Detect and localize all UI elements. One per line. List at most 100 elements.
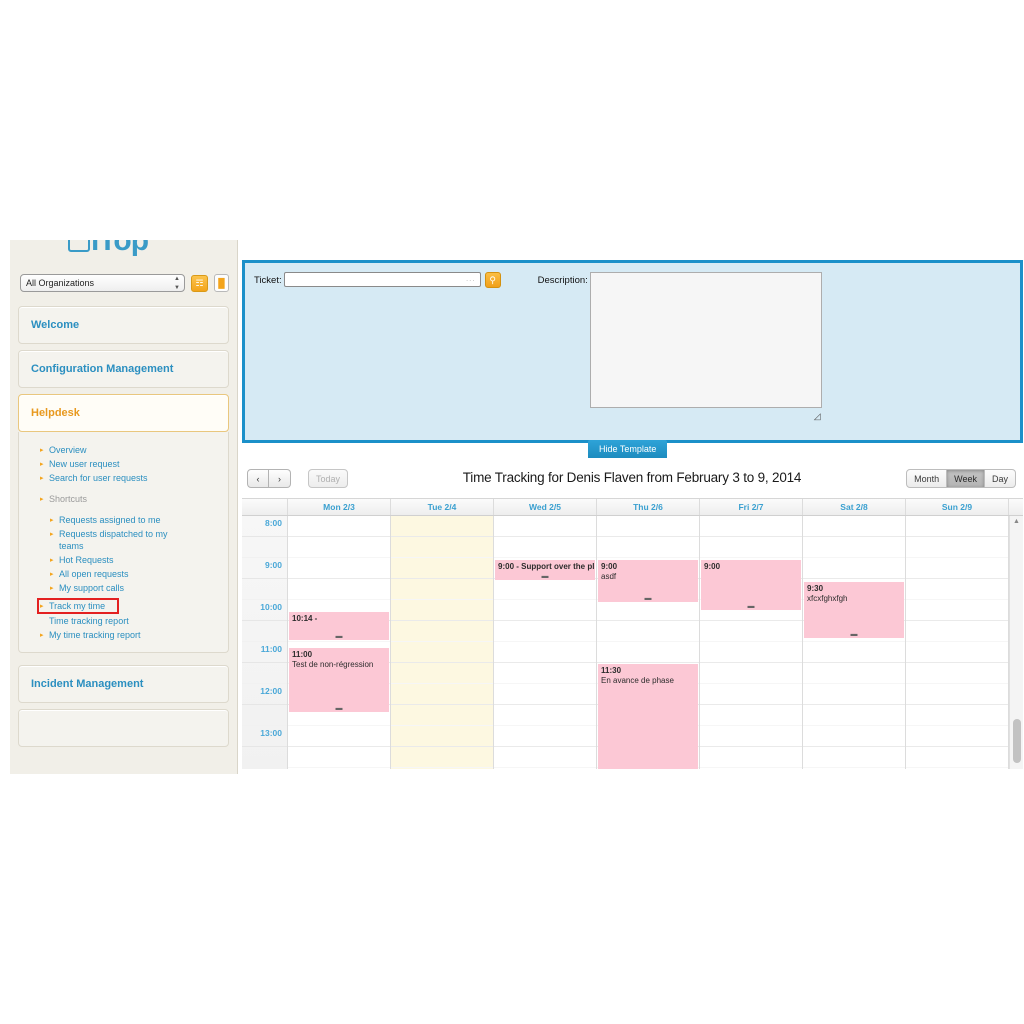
submenu-item-requests-assigned-to-me[interactable]: ▸ Requests assigned to me [19,513,228,527]
submenu-item-overview[interactable]: ▸ Overview [19,443,228,457]
day-column-mon[interactable]: 10:14 - ▬ 11:00 Test de non-régression ▬ [288,516,391,769]
helpdesk-submenu: ▸ Overview ▸ New user request ▸ Search f… [18,432,229,653]
app-logo-text: iTop [68,240,149,258]
app-logo[interactable]: iTop [10,240,237,268]
bullet-arrow-icon: ▸ [50,571,54,578]
submenu-item-track-my-time-wrapper: ▸ Track my time [19,598,228,614]
calendar-vertical-scrollbar[interactable]: ▲ [1009,516,1023,769]
submenu-section-shortcuts-label: Shortcuts [49,494,88,504]
sidebar: iTop All Organizations ▲ ▼ ☶ █ Welcome Co… [10,240,238,774]
submenu-item-my-support-calls[interactable]: ▸ My support calls [19,581,228,595]
event-time: 11:00 [292,650,313,659]
bullet-arrow-icon: ▸ [40,496,44,503]
submenu-item-hot-requests-label: Hot Requests [59,555,114,565]
bullet-arrow-icon: ▸ [40,475,44,482]
organization-select[interactable]: All Organizations ▲ ▼ [20,274,185,292]
event-resize-handle-icon[interactable]: ▬ [804,631,904,638]
time-slot-label: 9:00 [242,558,287,579]
submenu-item-hot-requests[interactable]: ▸ Hot Requests [19,553,228,567]
bullet-arrow-icon: ▸ [40,632,44,639]
resize-grip-icon[interactable]: ◿ [814,411,824,421]
description-textarea[interactable]: ◿ [589,272,822,421]
ticket-label: Ticket: [254,275,282,286]
view-button-month[interactable]: Month [906,469,948,488]
submenu-item-my-time-tracking-report[interactable]: ▸ My time tracking report [19,628,228,642]
main-content: Ticket: ... ⚲ Description: ◿ Hide Templa… [240,258,1024,774]
view-button-day[interactable]: Day [984,469,1016,488]
sidebar-item-configuration-management[interactable]: Configuration Management [18,350,229,388]
sidebar-item-partial-below[interactable] [18,709,229,747]
calendar-event[interactable]: 9:30 xfcxfghxfgh ▬ [804,582,904,638]
event-resize-handle-icon[interactable]: ▬ [701,603,801,610]
submenu-item-requests-dispatched-to-my-teams[interactable]: ▸ Requests dispatched to my teams [19,527,169,553]
chevron-updown-icon[interactable]: ▲ ▼ [173,276,181,291]
submenu-item-all-open-requests[interactable]: ▸ All open requests [19,567,228,581]
calendar-view-switch: Month Week Day [906,469,1016,488]
submenu-item-requests-assigned-to-me-label: Requests assigned to me [59,515,161,525]
submenu-item-time-tracking-report[interactable]: Time tracking report [19,614,228,628]
organization-icon[interactable]: ☶ [191,274,208,292]
view-button-week[interactable]: Week [947,469,985,488]
bullet-arrow-icon: ▸ [50,585,54,592]
ticket-input[interactable]: ... [283,272,481,287]
day-header-mon[interactable]: Mon 2/3 [288,499,391,515]
sidebar-item-configuration-management-label: Configuration Management [31,363,174,375]
itop-logo-mark-icon [68,240,90,252]
magnifier-icon[interactable]: ⚲ [484,272,501,288]
sidebar-item-welcome[interactable]: Welcome [18,306,229,344]
bullet-arrow-icon: ▸ [50,517,54,524]
sidebar-item-helpdesk[interactable]: Helpdesk [18,394,229,432]
bullet-arrow-icon: ▸ [40,603,44,610]
day-header-fri[interactable]: Fri 2/7 [700,499,803,515]
time-slot-half [242,747,287,768]
event-resize-handle-icon[interactable]: ▬ [495,573,595,580]
time-slot-label: 12:00 [242,684,287,705]
event-time: 9:00 [704,562,721,571]
time-slot-half [242,663,287,684]
sidebar-item-incident-management[interactable]: Incident Management [18,665,229,703]
event-resize-handle-icon[interactable]: ▬ [598,595,698,602]
calendar-event[interactable]: 9:00 ▬ [701,560,801,610]
day-header-wed[interactable]: Wed 2/5 [494,499,597,515]
hide-template-button[interactable]: Hide Template [588,440,668,458]
calendar-event[interactable]: 11:00 Test de non-régression ▬ [289,648,389,712]
submenu-item-new-user-request[interactable]: ▸ New user request [19,457,228,471]
calendar-event[interactable]: 10:14 - ▬ [289,612,389,640]
calendar-event[interactable]: 11:30 En avance de phase [598,664,698,769]
submenu-item-time-tracking-report-label: Time tracking report [49,616,129,626]
day-column-sat[interactable]: 9:30 xfcxfghxfgh ▬ [803,516,906,769]
calendar-event[interactable]: 9:00 - Support over the pl ▬ [495,560,595,580]
submenu-item-track-my-time[interactable]: ▸ Track my time [19,599,228,613]
day-header-sun[interactable]: Sun 2/9 [906,499,1009,515]
day-column-fri[interactable]: 9:00 ▬ [700,516,803,769]
event-title: asdf [601,572,617,581]
event-title: xfcxfghxfgh [807,594,848,603]
day-column-wed[interactable]: 9:00 - Support over the pl ▬ [494,516,597,769]
description-label: Description: [537,275,588,286]
day-column-thu[interactable]: 9:00 asdf ▬ 11:30 En avance de phase [597,516,700,769]
day-columns: 10:14 - ▬ 11:00 Test de non-régression ▬ [288,516,1009,769]
day-column-tue[interactable] [391,516,494,769]
calendar-event[interactable]: 9:00 asdf ▬ [598,560,698,602]
time-slot-label: 8:00 [242,516,287,537]
day-header-sat[interactable]: Sat 2/8 [803,499,906,515]
day-header-thu[interactable]: Thu 2/6 [597,499,700,515]
scroll-up-arrow-icon[interactable]: ▲ [1013,518,1020,525]
ticket-input-hint: ... [465,274,476,283]
event-resize-handle-icon[interactable]: ▬ [289,633,389,640]
event-resize-handle-icon[interactable]: ▬ [289,705,389,712]
organization-selector-row: All Organizations ▲ ▼ ☶ █ [10,268,237,300]
submenu-item-requests-dispatched-to-my-teams-label: Requests dispatched to my teams [59,529,168,551]
template-panel: Ticket: ... ⚲ Description: ◿ [242,260,1023,443]
day-column-sun[interactable] [906,516,1009,769]
event-title: En avance de phase [601,676,674,685]
day-header-tue[interactable]: Tue 2/4 [391,499,494,515]
event-time: 11:30 [601,666,622,675]
time-slot-half [242,537,287,558]
scrollbar-thumb[interactable] [1013,719,1021,763]
event-time: 9:00 - Support over the pl [498,562,595,571]
submenu-item-search-for-user-requests[interactable]: ▸ Search for user requests [19,471,228,485]
bookmark-icon[interactable]: █ [214,274,229,292]
event-time: 9:30 [807,584,824,593]
submenu-item-my-time-tracking-report-label: My time tracking report [49,630,141,640]
